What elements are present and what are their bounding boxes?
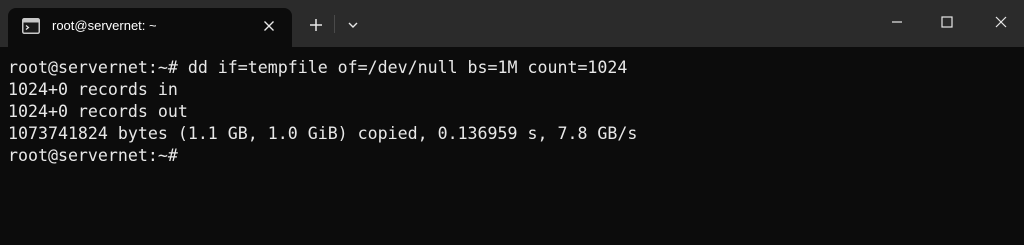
terminal-icon	[22, 18, 40, 34]
output-line: 1024+0 records out	[8, 102, 188, 121]
tab-dropdown-button[interactable]	[342, 14, 364, 36]
tab-separator	[334, 15, 335, 33]
prompt-line: root@servernet:~#	[8, 146, 178, 165]
terminal-window: root@servernet: ~ root@servernet:~# dd i…	[0, 0, 1024, 245]
command-line: root@servernet:~# dd if=tempfile of=/dev…	[8, 58, 628, 77]
terminal-output[interactable]: root@servernet:~# dd if=tempfile of=/dev…	[0, 47, 1024, 245]
close-window-button[interactable]	[989, 10, 1013, 34]
tab-root-servernet[interactable]: root@servernet: ~	[8, 8, 292, 47]
output-line: 1024+0 records in	[8, 80, 178, 99]
tab-title: root@servernet: ~	[52, 18, 157, 33]
output-line: 1073741824 bytes (1.1 GB, 1.0 GiB) copie…	[8, 124, 638, 143]
maximize-button[interactable]	[935, 10, 959, 34]
new-tab-button[interactable]	[305, 14, 327, 36]
minimize-button[interactable]	[885, 10, 909, 34]
title-bar: root@servernet: ~	[0, 0, 1024, 47]
close-tab-icon[interactable]	[260, 17, 278, 35]
